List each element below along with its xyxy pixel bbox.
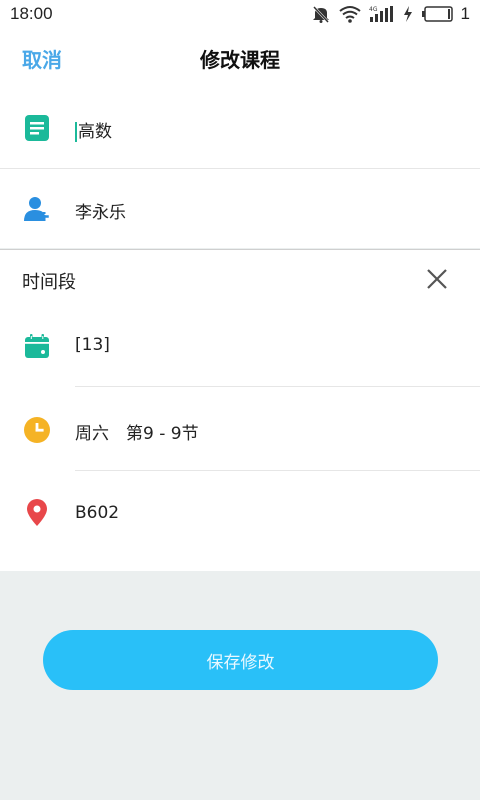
time-value[interactable]: 周六 第9 - 9节 [75,419,199,444]
location-value[interactable]: B602 [75,503,119,523]
add-user-icon [23,195,51,223]
close-icon[interactable] [424,266,450,296]
battery-percent: 1 [460,4,470,23]
mute-bell-icon [312,6,329,23]
document-icon [23,114,51,142]
location-row[interactable]: B602 [0,471,480,555]
wifi-icon [338,6,361,23]
clock-icon [23,416,51,444]
status-bar: 18:00 4G 1 [0,0,480,28]
save-button[interactable]: 保存修改 [43,630,438,690]
time-section-title: 时间段 [22,272,76,293]
battery-icon [421,6,453,22]
page-title: 修改课程 [200,48,280,72]
teacher-value[interactable]: 李永乐 [75,198,126,223]
signal-4g-icon: 4G [369,6,393,22]
time-row[interactable]: 周六 第9 - 9节 [0,388,480,470]
status-icons: 4G 1 [311,4,470,24]
calendar-icon [23,332,51,360]
time-section-header: 时间段 [0,250,480,308]
nav-bar: 取消 修改课程 [0,28,480,88]
svg-text:4G: 4G [369,6,378,13]
location-pin-icon [23,499,51,527]
divider [75,386,480,387]
status-time: 18:00 [10,4,53,23]
teacher-row[interactable]: 李永乐 [0,169,480,249]
charging-icon [403,6,412,22]
course-name-row[interactable]: 高数 [0,88,480,168]
course-name-input[interactable]: 高数 [75,117,112,142]
weeks-value[interactable]: [13] [75,335,110,355]
weeks-row[interactable]: [13] [0,306,480,386]
text-caret [75,122,77,142]
course-name-value: 高数 [78,122,112,142]
